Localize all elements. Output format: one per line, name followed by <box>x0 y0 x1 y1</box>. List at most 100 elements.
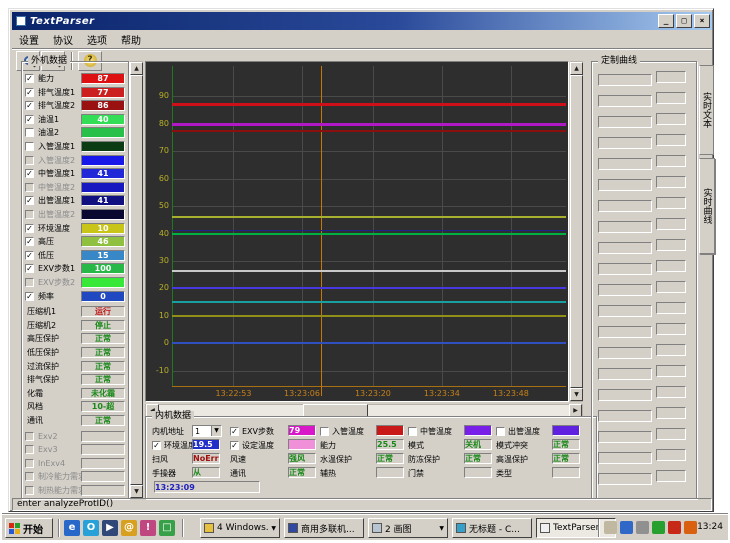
curve-name-field[interactable] <box>598 452 652 464</box>
checkbox[interactable]: ✓ <box>25 196 34 205</box>
antivirus-icon[interactable] <box>652 521 665 534</box>
curve-name-field[interactable] <box>598 431 652 443</box>
checkbox[interactable] <box>496 427 505 436</box>
curve-name-field[interactable] <box>598 95 652 107</box>
checkbox[interactable] <box>25 278 34 287</box>
curve-value-field[interactable] <box>656 92 686 104</box>
checkbox[interactable] <box>25 432 34 441</box>
checkbox[interactable]: ✓ <box>25 169 34 178</box>
checkbox[interactable]: ✓ <box>25 74 34 83</box>
sidebar-scrollbar[interactable]: ▲▼ <box>130 61 143 499</box>
task-button-2[interactable]: 商用多联机... <box>284 518 364 538</box>
checkbox[interactable]: ✓ <box>25 264 34 273</box>
curve-name-field[interactable] <box>598 200 652 212</box>
ie-icon[interactable]: e <box>64 520 80 536</box>
sidebar-scroll-down-arrow[interactable]: ▼ <box>130 485 143 498</box>
checkbox[interactable] <box>25 459 34 468</box>
checkbox[interactable]: ✓ <box>25 115 34 124</box>
chart-plot-area[interactable] <box>172 66 566 386</box>
curve-value-field[interactable] <box>656 113 686 125</box>
chart-vertical-scrollbar[interactable]: ▲▼ <box>570 61 583 402</box>
curve-name-field[interactable] <box>598 158 652 170</box>
curve-value-field[interactable] <box>656 197 686 209</box>
curve-name-field[interactable] <box>598 368 652 380</box>
chart-vscroll-thumb[interactable] <box>570 75 583 388</box>
checkbox[interactable] <box>320 427 329 436</box>
checkbox[interactable] <box>25 128 34 137</box>
checkbox[interactable]: ✓ <box>25 224 34 233</box>
curve-value-field[interactable] <box>656 176 686 188</box>
checkbox[interactable] <box>25 142 34 151</box>
close-button[interactable]: × <box>694 14 710 28</box>
curve-name-field[interactable] <box>598 137 652 149</box>
curve-value-field[interactable] <box>656 155 686 167</box>
side-tab-1[interactable]: 实时文本 <box>699 65 714 155</box>
dropdown-arrow-icon[interactable]: ▼ <box>211 426 221 436</box>
menu-item-1[interactable]: 协议 <box>46 30 80 49</box>
curve-name-field[interactable] <box>598 74 652 86</box>
menu-item-0[interactable]: 设置 <box>12 30 46 49</box>
checkbox[interactable]: ✓ <box>25 251 34 260</box>
curve-name-field[interactable] <box>598 179 652 191</box>
checkbox[interactable] <box>408 427 417 436</box>
checkbox[interactable] <box>25 445 34 454</box>
checkbox[interactable]: ✓ <box>152 441 161 450</box>
curve-value-field[interactable] <box>656 449 686 461</box>
checkbox[interactable] <box>25 156 34 165</box>
security-icon[interactable]: ! <box>140 520 156 536</box>
start-button[interactable]: 开始 <box>5 518 53 538</box>
task-button-3[interactable]: 2 画图▼ <box>368 518 448 538</box>
curve-value-field[interactable] <box>656 407 686 419</box>
curve-value-field[interactable] <box>656 302 686 314</box>
curve-value-field[interactable] <box>656 281 686 293</box>
curve-value-field[interactable] <box>656 218 686 230</box>
curve-value-field[interactable] <box>656 470 686 482</box>
media-player-icon[interactable]: ▶ <box>102 520 118 536</box>
curve-value-field[interactable] <box>656 428 686 440</box>
sidebar-scroll-up-arrow[interactable]: ▲ <box>130 62 143 75</box>
checkbox[interactable]: ✓ <box>25 101 34 110</box>
side-tab-2[interactable]: 实时曲线 <box>699 158 715 254</box>
printer-icon[interactable] <box>604 521 617 534</box>
checkbox[interactable] <box>25 183 34 192</box>
show-desktop-icon[interactable]: □ <box>159 520 175 536</box>
curve-name-field[interactable] <box>598 326 652 338</box>
curve-value-field[interactable] <box>656 344 686 356</box>
task-button-1[interactable]: 4 Windows...▼ <box>200 518 280 538</box>
messenger-tray-icon[interactable] <box>620 521 633 534</box>
curve-name-field[interactable] <box>598 473 652 485</box>
maximize-button[interactable]: □ <box>676 14 692 28</box>
curve-name-field[interactable] <box>598 242 652 254</box>
curve-name-field[interactable] <box>598 263 652 275</box>
messenger-icon[interactable]: O <box>83 520 99 536</box>
volume-icon[interactable] <box>636 521 649 534</box>
checkbox[interactable]: ✓ <box>230 441 239 450</box>
menu-item-2[interactable]: 选项 <box>80 30 114 49</box>
curve-value-field[interactable] <box>656 365 686 377</box>
menu-item-3[interactable]: 帮助 <box>114 30 148 49</box>
curve-value-field[interactable] <box>656 239 686 251</box>
curve-name-field[interactable] <box>598 116 652 128</box>
checkbox[interactable] <box>25 472 34 481</box>
title-bar[interactable]: TextParser _ □ × <box>12 12 712 30</box>
chart-vscroll-up-arrow[interactable]: ▲ <box>570 62 583 75</box>
checkbox[interactable]: ✓ <box>25 88 34 97</box>
checkbox[interactable] <box>25 210 34 219</box>
curve-name-field[interactable] <box>598 389 652 401</box>
task-button-4[interactable]: 无标题 - C... <box>452 518 532 538</box>
checkbox[interactable] <box>25 486 34 495</box>
mail-icon[interactable]: @ <box>121 520 137 536</box>
minimize-button[interactable]: _ <box>658 14 674 28</box>
checkbox[interactable]: ✓ <box>25 292 34 301</box>
curve-value-field[interactable] <box>656 260 686 272</box>
checkbox[interactable]: ✓ <box>230 427 239 436</box>
chart-vscroll-down-arrow[interactable]: ▼ <box>570 388 583 401</box>
curve-name-field[interactable] <box>598 347 652 359</box>
curve-value-field[interactable] <box>656 386 686 398</box>
curve-name-field[interactable] <box>598 305 652 317</box>
curve-name-field[interactable] <box>598 284 652 296</box>
alert-icon[interactable] <box>668 521 681 534</box>
update-icon[interactable] <box>684 521 697 534</box>
curve-value-field[interactable] <box>656 134 686 146</box>
curve-name-field[interactable] <box>598 221 652 233</box>
